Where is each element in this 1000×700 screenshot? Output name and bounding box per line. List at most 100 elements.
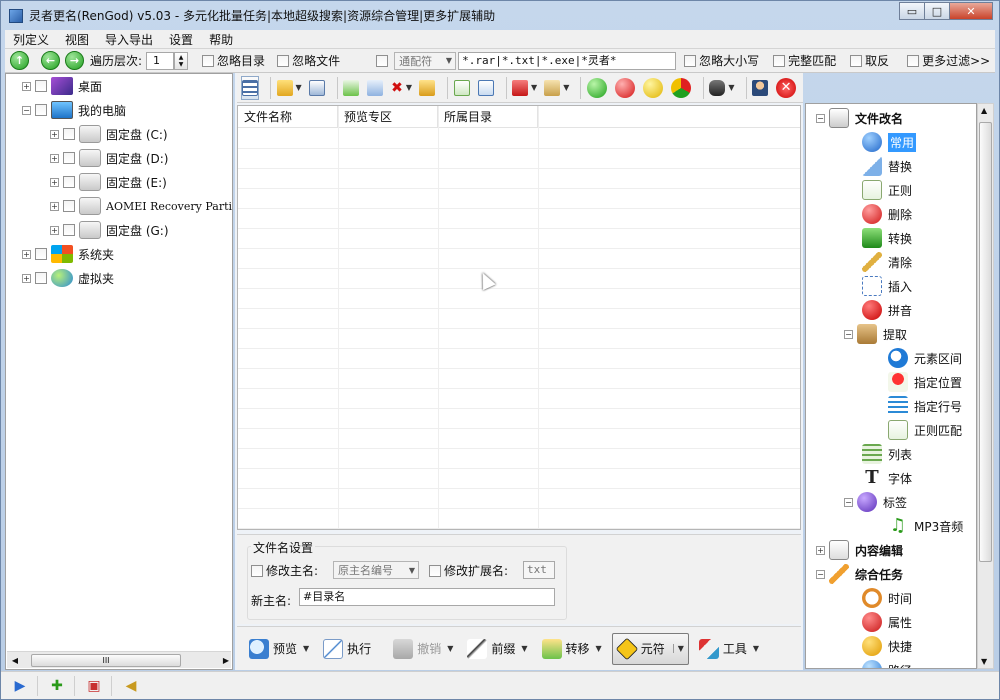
checkbox-box[interactable] [907,54,920,67]
tree-node-content-edit[interactable]: + 内容编辑 [816,538,903,562]
tree-node-line-number[interactable]: 指定行号 [888,394,962,418]
list-view-icon[interactable] [241,75,259,100]
expand-icon[interactable]: + [22,81,31,91]
exit-icon[interactable]: ✕ [775,76,797,100]
column-preview[interactable]: 预览专区 [338,106,438,127]
column-file-name[interactable]: 文件名称 [238,106,338,127]
checkbox-box[interactable] [35,104,47,116]
checkbox-box[interactable] [35,248,47,260]
forward-arrow-icon[interactable]: → [65,51,84,70]
ignore-case-checkbox[interactable]: 忽略大小写 [684,52,759,69]
scroll-thumb[interactable] [979,122,992,562]
tree-node-mp3[interactable]: ♫ MP3音频 [888,514,963,538]
tree-node-rename[interactable]: − 文件改名 [816,106,903,130]
function-tree-scrollbar[interactable]: ▲ ▼ [977,103,994,669]
checkbox-box[interactable] [63,200,75,212]
back-arrow-icon[interactable]: ← [41,51,60,70]
tree-item-drive-e[interactable]: + 固定盘 (E:) [50,171,167,193]
export-icon[interactable] [342,76,360,100]
play-icon[interactable]: ▶ [9,676,31,696]
network-icon[interactable]: ▣ [83,676,105,696]
tree-node-combo-task[interactable]: − 综合任务 [816,562,903,586]
delete-icon[interactable]: ✖ [390,76,404,100]
chevron-down-icon[interactable]: ▼ [753,644,759,653]
spin-up-icon[interactable]: ▲ [179,54,184,61]
tree-node-regex-match[interactable]: 正则匹配 [888,418,962,442]
checkbox-box[interactable] [63,224,75,236]
checkbox-box[interactable] [202,54,215,67]
expand-icon[interactable]: + [50,225,59,235]
expand-icon[interactable]: + [816,545,825,555]
wildcard-checkbox[interactable] [376,54,389,67]
scroll-right-icon[interactable]: ▶ [223,656,229,665]
depth-input[interactable]: 1 [146,51,175,70]
add-file-icon[interactable] [453,76,471,100]
chevron-down-icon[interactable]: ▼ [672,644,684,653]
checkbox-box[interactable] [773,54,786,67]
tree-node-convert[interactable]: 转换 [862,226,912,250]
element-button[interactable]: 元符 ▼ [611,632,689,665]
collapse-icon[interactable]: − [844,497,853,507]
menu-view[interactable]: 视图 [57,31,97,48]
up-arrow-icon[interactable]: ↑ [10,51,29,70]
expand-icon[interactable]: + [50,153,59,163]
tree-node-pinyin[interactable]: 拼音 [862,298,912,322]
scroll-left-icon[interactable]: ◀ [7,656,23,665]
menu-help[interactable]: 帮助 [201,31,241,48]
ignore-dir-checkbox[interactable]: 忽略目录 [202,52,265,69]
new-main-input[interactable]: #目录名 [299,588,555,606]
expand-icon[interactable]: + [50,177,59,187]
preview-button[interactable]: 预览 ▼ [245,633,313,665]
search-folder-icon[interactable] [276,76,294,100]
open-folder-icon[interactable] [418,76,436,100]
chevron-down-icon[interactable]: ▼ [406,83,412,92]
menu-import-export[interactable]: 导入导出 [97,31,161,48]
tools-button[interactable]: 工具 ▼ [695,633,763,665]
tree-node-extract[interactable]: − 提取 [844,322,907,346]
collapse-icon[interactable]: − [816,113,825,123]
checkbox-box[interactable] [251,564,263,577]
chevron-down-icon[interactable]: ▼ [447,644,453,653]
binoculars-icon[interactable] [708,76,726,100]
tree-node-shortcut[interactable]: 快捷 [862,634,912,658]
tree-item-drive-g[interactable]: + 固定盘 (G:) [50,219,169,241]
column-directory[interactable]: 所属目录 [438,106,538,127]
check-file-icon[interactable] [477,76,495,100]
file-list[interactable]: 文件名称 预览专区 所属目录 [237,105,801,530]
tree-node-path[interactable]: 路径 [862,658,912,668]
tree-node-time[interactable]: 时间 [862,586,912,610]
clipboard-icon[interactable] [543,76,561,100]
copy-icon[interactable] [366,76,384,100]
checkbox-box[interactable] [850,54,863,67]
window-icon[interactable] [308,76,326,100]
cart-icon[interactable] [511,76,529,100]
checkbox-box[interactable] [684,54,697,67]
undo-button[interactable]: 撤销 ▼ [389,633,457,665]
checkbox-box[interactable] [63,128,75,140]
title-bar[interactable]: 灵者更名(RenGod) v5.03 - 多元化批量任务|本地超级搜索|资源综合… [1,1,999,30]
tree-item-drive-c[interactable]: + 固定盘 (C:) [50,123,168,145]
expand-icon[interactable]: + [22,249,31,259]
chevron-down-icon[interactable]: ▼ [596,644,602,653]
collapse-icon[interactable]: − [22,105,31,115]
minimize-button[interactable]: ▭ [899,2,925,20]
spin-down-icon[interactable]: ▼ [179,61,184,68]
scroll-up-icon[interactable]: ▲ [981,106,987,115]
add-task-icon[interactable]: ✚ [46,676,68,696]
menu-settings[interactable]: 设置 [161,31,201,48]
tree-item-drive-d[interactable]: + 固定盘 (D:) [50,147,168,169]
tree-node-element-range[interactable]: 元素区间 [888,346,962,370]
multi-orb-icon[interactable] [670,76,692,100]
expand-icon[interactable]: + [50,129,59,139]
scroll-thumb[interactable]: III [31,653,181,667]
checkbox-box[interactable] [429,564,441,577]
prefix-button[interactable]: 前缀 ▼ [463,633,531,665]
close-button[interactable]: ✕ [949,2,993,20]
tree-node-position[interactable]: 指定位置 [888,370,962,394]
tree-node-delete[interactable]: 删除 [862,202,912,226]
file-list-body[interactable] [238,129,800,529]
more-filters-checkbox[interactable]: 更多过滤>> [907,52,990,69]
chevron-down-icon[interactable]: ▼ [531,83,537,92]
ext-input[interactable]: txt [523,561,555,579]
tree-node-tag[interactable]: − 标签 [844,490,907,514]
